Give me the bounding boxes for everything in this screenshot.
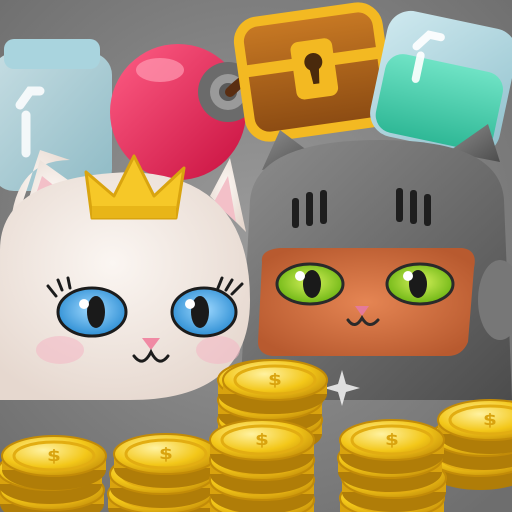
coin-icon [112,432,220,490]
treasure-chest-icon [233,2,394,142]
game-artwork: $ [0,0,512,512]
knight-cat [240,124,512,400]
coin-icon [221,358,329,416]
empty-jar-icon [0,39,112,191]
coin-stack [336,418,448,512]
coin-stack [106,432,220,512]
coin-stack [0,434,108,512]
coin-icon [0,434,108,492]
coin-icon [436,398,512,456]
coin-icon [338,418,446,476]
game-scene: $ [0,0,512,512]
coin-icon [208,418,316,476]
coin-stack [208,418,316,512]
